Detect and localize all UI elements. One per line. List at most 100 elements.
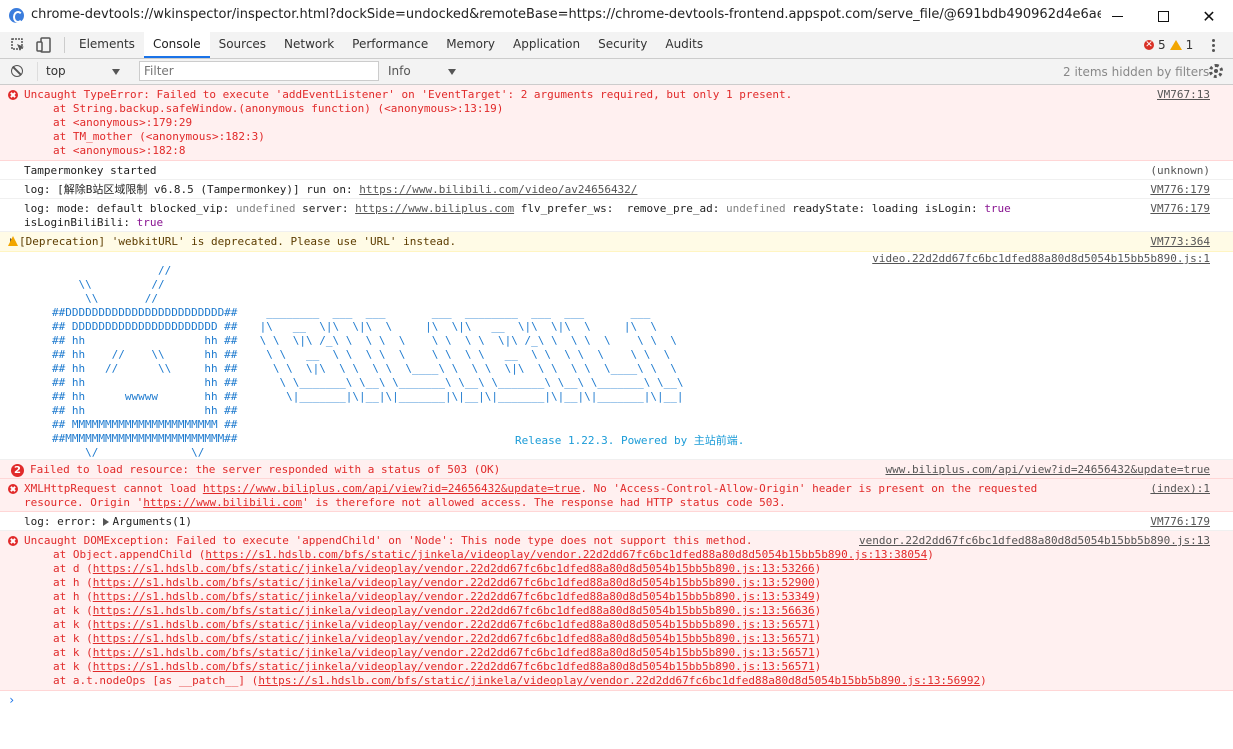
tab-application[interactable]: Application — [504, 32, 589, 58]
stack-frame: at Object.appendChild (https://s1.hdslb.… — [24, 548, 1209, 562]
console-message-warning[interactable]: [Deprecation] 'webkitURL' is deprecated.… — [0, 232, 1233, 252]
stack-frame: at k (https://s1.hdslb.com/bfs/static/ji… — [24, 660, 1209, 674]
source-link[interactable]: vendor.22d2dd67fc6bc1dfed88a80d8d5054b15… — [859, 534, 1210, 548]
console-filter-bar: top Info 2 items hidden by filters — [0, 59, 1233, 85]
message-text: readyState: loading isLogin: — [785, 202, 985, 215]
message-object[interactable]: Arguments(1) — [112, 515, 191, 528]
warning-count-icon — [1169, 40, 1182, 50]
console-message-log[interactable]: Tampermonkey started (unknown) — [0, 161, 1233, 180]
stack-frame: at k (https://s1.hdslb.com/bfs/static/ji… — [24, 618, 1209, 632]
console-message-log[interactable]: log: error: Arguments(1) VM776:179 — [0, 512, 1233, 531]
frame-link[interactable]: https://s1.hdslb.com/bfs/static/jinkela/… — [93, 660, 815, 673]
source-link[interactable]: VM776:179 — [1150, 202, 1210, 216]
frame-link[interactable]: https://s1.hdslb.com/bfs/static/jinkela/… — [93, 618, 815, 631]
maximize-button[interactable] — [1140, 0, 1186, 32]
message-text: flv_prefer_ws: remove_pre_ad: — [514, 202, 727, 215]
stack-frame: at String.backup.safeWindow.(anonymous f… — [53, 102, 504, 115]
gear-icon[interactable] — [1209, 64, 1223, 78]
issue-counts[interactable]: ✕ 5 1 — [1144, 38, 1193, 52]
frame-link[interactable]: https://s1.hdslb.com/bfs/static/jinkela/… — [93, 590, 815, 603]
frame-link[interactable]: https://s1.hdslb.com/bfs/static/jinkela/… — [93, 576, 815, 589]
message-text: . No 'Access-Control-Allow-Origin' heade… — [580, 482, 1038, 495]
message-link[interactable]: https://www.bilibili.com — [143, 496, 302, 509]
value-true: true — [984, 202, 1011, 215]
tab-sources[interactable]: Sources — [210, 32, 275, 58]
console-message-error[interactable]: Uncaught DOMException: Failed to execute… — [0, 531, 1233, 691]
message-text: ' is therefore not allowed access. The r… — [302, 496, 786, 509]
message-prefix: log: [解除B站区域限制 v6.8.5 (Tampermonkey)] ru… — [24, 183, 360, 196]
frame-suffix: ) — [927, 548, 934, 561]
message-link[interactable]: https://www.bilibili.com/video/av2465643… — [359, 183, 637, 196]
message-link[interactable]: https://www.biliplus.com — [355, 202, 514, 215]
console-message-ascii-art: // \\ // \\ // ##DDDDDDDDDDDDDDDDDDDDDDD… — [0, 252, 1233, 460]
chevron-down-icon — [448, 69, 456, 75]
frame-suffix: ) — [814, 646, 822, 659]
more-options-icon[interactable] — [1212, 38, 1216, 54]
error-icon — [8, 484, 18, 494]
message-text: server: — [295, 202, 356, 215]
source-link[interactable]: www.biliplus.com/api/view?id=24656432&up… — [885, 463, 1210, 477]
frame-link[interactable]: https://s1.hdslb.com/bfs/static/jinkela/… — [93, 562, 815, 575]
stack-frame: at a.t.nodeOps [as __patch__] (https://s… — [24, 674, 1209, 688]
tab-security[interactable]: Security — [589, 32, 656, 58]
message-text: Uncaught TypeError: Failed to execute 'a… — [24, 88, 793, 101]
source-link[interactable]: VM776:179 — [1150, 515, 1210, 529]
stack-frame: at h (https://s1.hdslb.com/bfs/static/ji… — [24, 576, 1209, 590]
stack-frame: at d (https://s1.hdslb.com/bfs/static/ji… — [24, 562, 1209, 576]
stack-frame: at k (https://s1.hdslb.com/bfs/static/ji… — [24, 646, 1209, 660]
inspect-element-icon[interactable] — [10, 37, 26, 53]
message-text: isLoginBiliBili: — [24, 216, 137, 229]
tab-network[interactable]: Network — [275, 32, 343, 58]
filter-input[interactable] — [139, 61, 379, 81]
stack-frame: at <anonymous>:179:29 — [53, 116, 193, 129]
console-message-error[interactable]: XMLHttpRequest cannot load https://www.b… — [0, 479, 1233, 512]
frame-suffix: ) — [814, 604, 822, 617]
frame-function: at d ( — [53, 562, 93, 575]
stack-frame: at TM_mother (<anonymous>:182:3) — [53, 130, 265, 143]
frame-link[interactable]: https://s1.hdslb.com/bfs/static/jinkela/… — [93, 646, 815, 659]
frame-link[interactable]: https://s1.hdslb.com/bfs/static/jinkela/… — [93, 604, 815, 617]
frame-function: at k ( — [53, 604, 93, 617]
console-message-error[interactable]: Uncaught TypeError: Failed to execute 'a… — [0, 85, 1233, 161]
source-link[interactable]: VM776:179 — [1150, 183, 1210, 197]
message-link[interactable]: https://www.biliplus.com/api/view?id=246… — [203, 482, 581, 495]
chevron-down-icon — [112, 69, 120, 75]
context-selector[interactable]: top — [37, 62, 124, 81]
source-link[interactable]: (index):1 — [1150, 482, 1210, 496]
frame-suffix: ) — [814, 660, 822, 673]
tab-memory[interactable]: Memory — [437, 32, 504, 58]
log-levels-dropdown[interactable]: Info — [380, 62, 460, 81]
hidden-items-text: 2 items hidden by filters — [1063, 65, 1210, 79]
frame-function: at k ( — [53, 660, 93, 673]
tab-console[interactable]: Console — [143, 32, 210, 58]
frame-link[interactable]: https://s1.hdslb.com/bfs/static/jinkela/… — [205, 548, 927, 561]
frame-suffix: ) — [814, 576, 822, 589]
expand-triangle-icon[interactable] — [103, 518, 110, 526]
console-message-log[interactable]: log: mode: default blocked_vip: undefine… — [0, 199, 1233, 232]
message-text: resource. Origin ' — [24, 496, 144, 509]
source-link[interactable]: VM773:364 — [1150, 235, 1210, 249]
frame-suffix: ) — [814, 618, 822, 631]
frame-function: at h ( — [53, 576, 93, 589]
source-link[interactable]: video.22d2dd67fc6bc1dfed88a80d8d5054b15b… — [872, 252, 1210, 265]
source-link[interactable]: VM767:13 — [1157, 88, 1210, 102]
clear-console-icon[interactable] — [11, 65, 23, 77]
frame-link[interactable]: https://s1.hdslb.com/bfs/static/jinkela/… — [258, 674, 980, 687]
minimize-button[interactable] — [1094, 0, 1140, 32]
frame-suffix: ) — [814, 562, 822, 575]
stack-frame: at k (https://s1.hdslb.com/bfs/static/ji… — [24, 632, 1209, 646]
tab-elements[interactable]: Elements — [70, 32, 144, 58]
console-prompt-row[interactable]: › — [0, 691, 1233, 711]
console-message-error[interactable]: 2 Failed to load resource: the server re… — [0, 460, 1233, 479]
title-bar: chrome-devtools://wkinspector/inspector.… — [0, 0, 1233, 32]
release-text: Release 1.22.3. Powered by 主站前端. — [515, 434, 745, 447]
console-message-log[interactable]: log: [解除B站区域限制 v6.8.5 (Tampermonkey)] ru… — [0, 180, 1233, 199]
message-text: XMLHttpRequest cannot load — [24, 482, 203, 495]
tab-audits[interactable]: Audits — [656, 32, 712, 58]
device-toolbar-icon[interactable] — [36, 37, 52, 53]
frame-suffix: ) — [980, 674, 987, 687]
close-button[interactable]: ✕ — [1186, 0, 1232, 32]
tab-performance[interactable]: Performance — [343, 32, 437, 58]
frame-function: at a.t.nodeOps [as __patch__] ( — [53, 674, 259, 687]
frame-link[interactable]: https://s1.hdslb.com/bfs/static/jinkela/… — [93, 632, 815, 645]
